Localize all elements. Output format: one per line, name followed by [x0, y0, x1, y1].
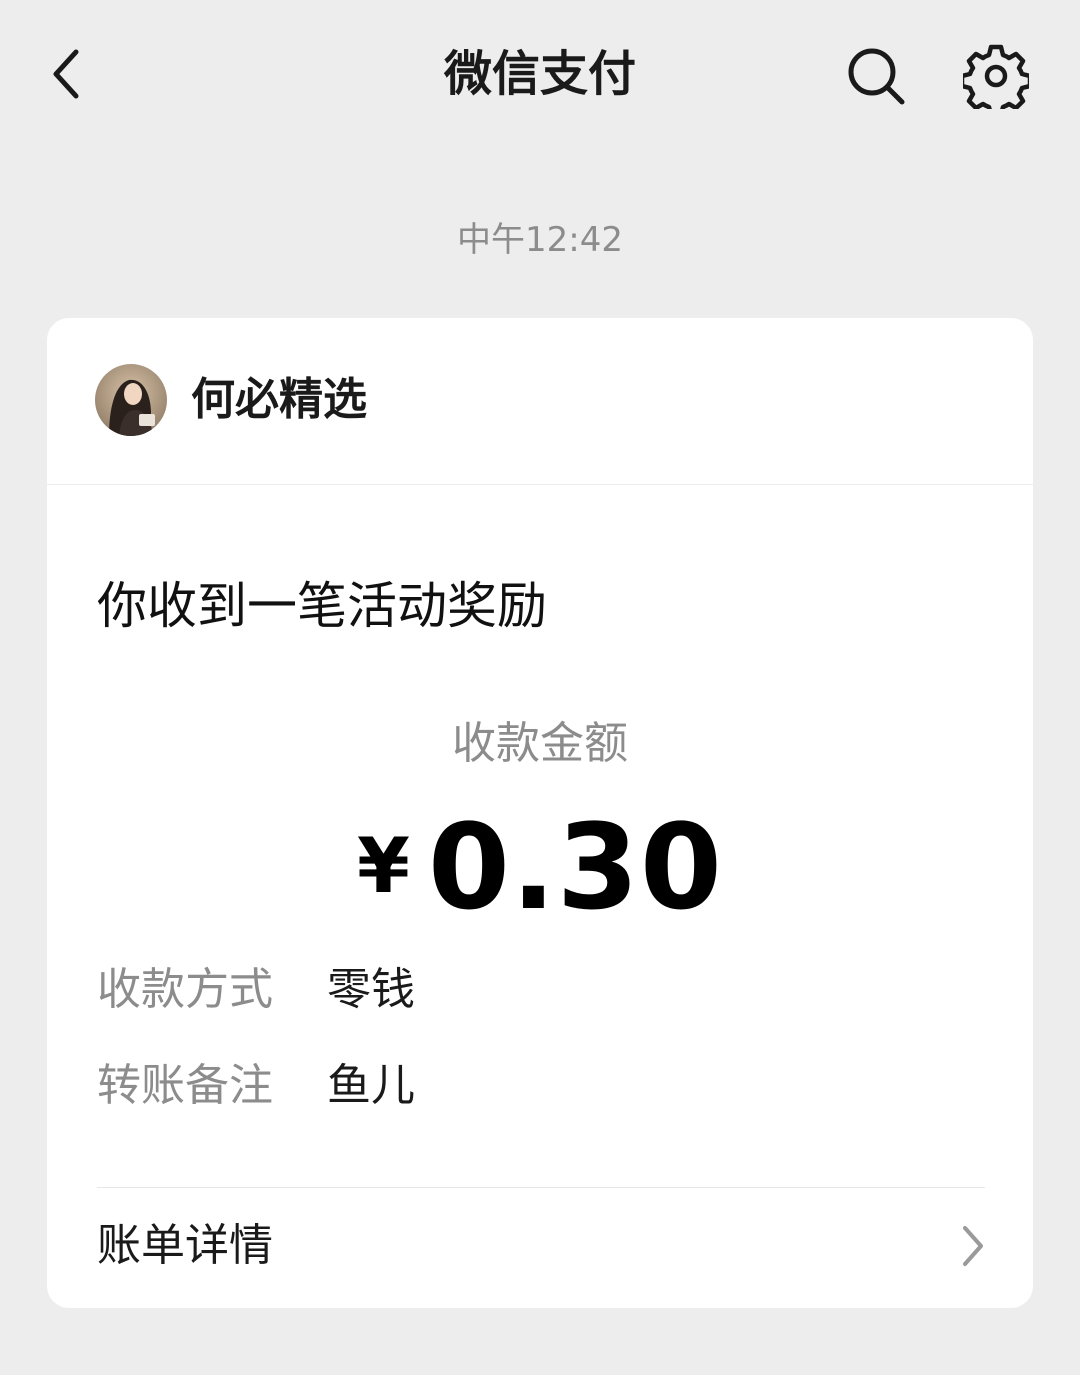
merchant-header[interactable]: 何必精选: [47, 318, 1033, 485]
amount-value: 0.30: [427, 798, 724, 936]
page-title: 微信支付: [443, 46, 636, 102]
merchant-name: 何必精选: [191, 374, 367, 425]
detail-key: 收款方式: [97, 964, 273, 1015]
detail-value: 鱼儿: [327, 1060, 415, 1111]
detail-value: 零钱: [327, 964, 415, 1015]
message-timestamp: 中午12:42: [457, 220, 623, 260]
amount-display: ¥0.30: [47, 806, 1033, 963]
avatar[interactable]: [95, 364, 167, 436]
amount-label: 收款金额: [452, 718, 628, 769]
settings-button[interactable]: [960, 40, 1032, 112]
search-icon: [848, 48, 905, 105]
currency-symbol: ¥: [356, 821, 410, 910]
detail-row-transfer-note: 转账备注 鱼儿: [97, 1054, 415, 1118]
search-button[interactable]: [840, 40, 912, 112]
chevron-right-icon: [953, 1226, 993, 1266]
gear-icon: [963, 44, 1029, 109]
top-nav-bar: 微信支付: [0, 0, 1080, 148]
bill-details-link[interactable]: 账单详情: [47, 1188, 1033, 1308]
detail-key: 转账备注: [97, 1060, 273, 1111]
bill-details-label: 账单详情: [97, 1220, 273, 1271]
detail-row-payment-method: 收款方式 零钱: [97, 958, 415, 1022]
payment-notification-card: 何必精选 你收到一笔活动奖励 收款金额 ¥0.30 收款方式 零钱 转账备注 鱼儿 …: [47, 318, 1033, 1308]
avatar-image: [95, 364, 167, 436]
notification-headline: 你收到一笔活动奖励: [97, 577, 547, 635]
